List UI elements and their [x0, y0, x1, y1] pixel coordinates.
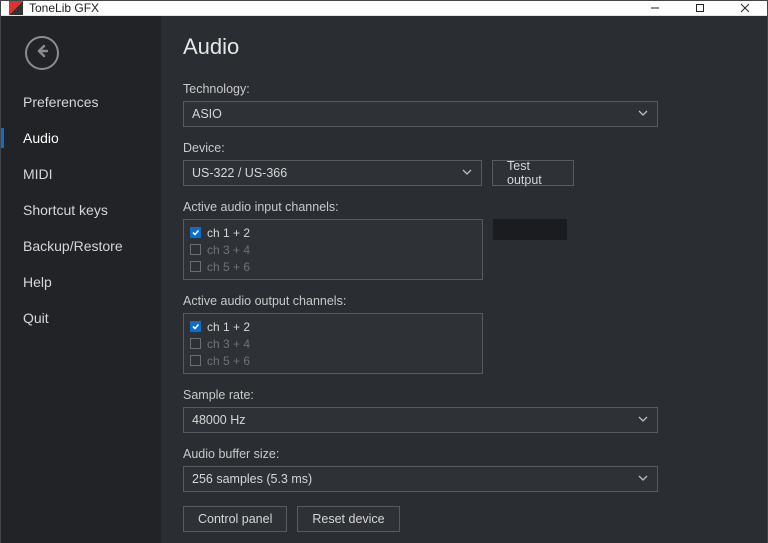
output-channel-label: ch 3 + 4: [207, 337, 250, 351]
app-window: ToneLib GFX Preferences Audio: [0, 0, 768, 543]
technology-value: ASIO: [192, 107, 222, 121]
input-channel-item[interactable]: ch 1 + 2: [184, 224, 482, 241]
titlebar: ToneLib GFX: [1, 1, 767, 16]
input-channel-label: ch 1 + 2: [207, 226, 250, 240]
sidebar: Preferences Audio MIDI Shortcut keys Bac…: [1, 16, 161, 543]
input-channels-label: Active audio input channels:: [183, 200, 737, 214]
input-channel-item[interactable]: ch 3 + 4: [184, 241, 482, 258]
sidebar-item-label: Quit: [23, 310, 49, 326]
input-channel-label: ch 5 + 6: [207, 260, 250, 274]
sample-rate-row: Sample rate: 48000 Hz: [183, 388, 737, 433]
page-title: Audio: [183, 34, 737, 60]
window-controls: [632, 1, 767, 15]
sidebar-item-label: Preferences: [23, 94, 98, 110]
sidebar-item-label: Audio: [23, 130, 59, 146]
sidebar-item-midi[interactable]: MIDI: [1, 156, 161, 192]
sidebar-item-shortcut-keys[interactable]: Shortcut keys: [1, 192, 161, 228]
checkbox-checked-icon: [190, 227, 201, 238]
sidebar-item-label: Help: [23, 274, 52, 290]
chevron-down-icon: [637, 107, 649, 122]
checkbox-unchecked-icon: [190, 244, 201, 255]
output-channels-group: Active audio output channels: ch 1 + 2 c…: [183, 294, 737, 374]
sample-rate-value: 48000 Hz: [192, 413, 246, 427]
device-value: US-322 / US-366: [192, 166, 287, 180]
device-select[interactable]: US-322 / US-366: [183, 160, 482, 186]
test-output-label: Test output: [507, 159, 559, 187]
back-arrow-icon: [34, 43, 50, 64]
input-channels-group: Active audio input channels: ch 1 + 2 ch…: [183, 200, 737, 280]
app-icon: [9, 1, 23, 15]
buffer-size-select[interactable]: 256 samples (5.3 ms): [183, 466, 658, 492]
input-channels-listbox: ch 1 + 2 ch 3 + 4 ch 5 + 6: [183, 219, 483, 280]
technology-label: Technology:: [183, 82, 737, 96]
buffer-size-value: 256 samples (5.3 ms): [192, 472, 312, 486]
device-row-group: Device: US-322 / US-366 Test output: [183, 141, 737, 186]
sidebar-item-label: Shortcut keys: [23, 202, 108, 218]
checkbox-unchecked-icon: [190, 261, 201, 272]
window-title: ToneLib GFX: [29, 1, 632, 15]
sidebar-item-audio[interactable]: Audio: [1, 120, 161, 156]
checkbox-unchecked-icon: [190, 338, 201, 349]
sidebar-nav: Preferences Audio MIDI Shortcut keys Bac…: [1, 84, 161, 336]
output-channel-item[interactable]: ch 1 + 2: [184, 318, 482, 335]
output-channels-label: Active audio output channels:: [183, 294, 737, 308]
minimize-button[interactable]: [632, 1, 677, 15]
sidebar-item-label: MIDI: [23, 166, 53, 182]
device-label: Device:: [183, 141, 737, 155]
action-buttons-row: Control panel Reset device: [183, 506, 737, 532]
output-channels-listbox: ch 1 + 2 ch 3 + 4 ch 5 + 6: [183, 313, 483, 374]
chevron-down-icon: [637, 472, 649, 487]
back-button[interactable]: [25, 36, 59, 70]
input-level-indicator: [493, 219, 567, 240]
sample-rate-label: Sample rate:: [183, 388, 737, 402]
app-body: Preferences Audio MIDI Shortcut keys Bac…: [1, 16, 767, 543]
close-button[interactable]: [722, 1, 767, 15]
sidebar-item-preferences[interactable]: Preferences: [1, 84, 161, 120]
buffer-size-row: Audio buffer size: 256 samples (5.3 ms): [183, 447, 737, 492]
sidebar-item-quit[interactable]: Quit: [1, 300, 161, 336]
checkbox-unchecked-icon: [190, 355, 201, 366]
main-content: Audio Technology: ASIO Device: US-322 / …: [161, 16, 767, 543]
sidebar-item-backup-restore[interactable]: Backup/Restore: [1, 228, 161, 264]
output-channel-label: ch 1 + 2: [207, 320, 250, 334]
sidebar-item-help[interactable]: Help: [1, 264, 161, 300]
buffer-size-label: Audio buffer size:: [183, 447, 737, 461]
technology-row: Technology: ASIO: [183, 82, 737, 127]
test-output-button[interactable]: Test output: [492, 160, 574, 186]
technology-select[interactable]: ASIO: [183, 101, 658, 127]
chevron-down-icon: [461, 166, 473, 181]
reset-device-label: Reset device: [312, 512, 384, 526]
output-channel-item[interactable]: ch 3 + 4: [184, 335, 482, 352]
output-channel-item[interactable]: ch 5 + 6: [184, 352, 482, 369]
input-channel-item[interactable]: ch 5 + 6: [184, 258, 482, 275]
output-channel-label: ch 5 + 6: [207, 354, 250, 368]
checkbox-checked-icon: [190, 321, 201, 332]
control-panel-button[interactable]: Control panel: [183, 506, 287, 532]
maximize-button[interactable]: [677, 1, 722, 15]
sample-rate-select[interactable]: 48000 Hz: [183, 407, 658, 433]
chevron-down-icon: [637, 413, 649, 428]
sidebar-item-label: Backup/Restore: [23, 238, 123, 254]
reset-device-button[interactable]: Reset device: [297, 506, 399, 532]
input-channel-label: ch 3 + 4: [207, 243, 250, 257]
control-panel-label: Control panel: [198, 512, 272, 526]
